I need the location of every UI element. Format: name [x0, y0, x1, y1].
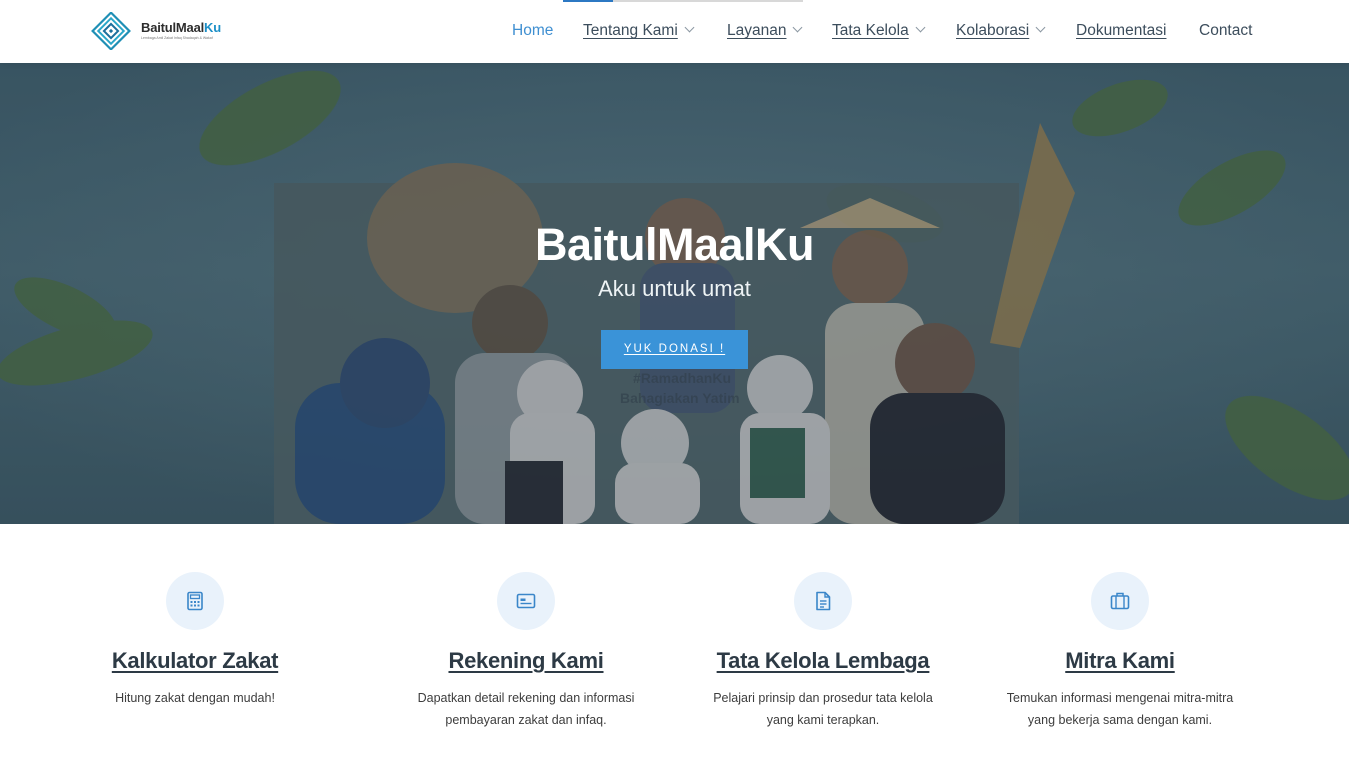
- site-header: BaitulMaalKu Lembaga Amil Zakat Infaq Sh…: [0, 0, 1349, 63]
- main-navigation: Home Tentang Kami Layanan Tata Kelola Ko…: [0, 21, 1349, 43]
- calculator-icon: [187, 591, 203, 611]
- page-load-progress-fill: [563, 0, 614, 2]
- nav-kolaborasi-label: Kolaborasi: [956, 22, 1030, 39]
- chevron-down-icon: [793, 22, 803, 33]
- nav-layanan-label: Layanan: [727, 22, 787, 39]
- feature-description: Hitung zakat dengan mudah!: [115, 691, 275, 705]
- nav-layanan[interactable]: Layanan: [727, 21, 803, 43]
- feature-icon-circle: [497, 572, 555, 630]
- donate-button[interactable]: YUK DONASI !: [601, 330, 748, 369]
- nav-tata-kelola-label: Tata Kelola: [832, 22, 909, 39]
- nav-dokumentasi-label: Dokumentasi: [1076, 22, 1167, 39]
- nav-home-label: Home: [512, 22, 554, 39]
- nav-dokumentasi[interactable]: Dokumentasi: [1076, 21, 1166, 43]
- feature-description: Temukan informasi mengenai mitra-mitra y…: [1006, 691, 1234, 727]
- chevron-down-icon: [1035, 22, 1046, 33]
- chevron-down-icon: [915, 22, 926, 33]
- feature-icon-circle: [166, 572, 224, 630]
- hero-banner: #RamadhanKu Bahagiakan Yatim BaitulMaalK…: [0, 63, 1349, 524]
- feature-title-link[interactable]: Tata Kelola Lembaga: [693, 648, 953, 674]
- feature-icon-circle: [1091, 572, 1149, 630]
- feature-description: Pelajari prinsip dan prosedur tata kelol…: [713, 691, 933, 727]
- feature-title-link[interactable]: Kalkulator Zakat: [65, 648, 325, 674]
- nav-contact-label: Contact: [1199, 22, 1253, 39]
- feature-description: Dapatkan detail rekening dan informasi p…: [417, 691, 635, 727]
- nav-tentang-kami-label: Tentang Kami: [583, 22, 678, 39]
- nav-tentang-kami[interactable]: Tentang Kami: [583, 21, 695, 43]
- nav-tata-kelola[interactable]: Tata Kelola: [832, 21, 926, 43]
- chevron-down-icon: [684, 22, 695, 33]
- nav-kolaborasi[interactable]: Kolaborasi: [956, 21, 1046, 43]
- feature-icon-circle: [794, 572, 852, 630]
- document-icon: [816, 591, 831, 611]
- feature-title-link[interactable]: Rekening Kami: [396, 648, 656, 674]
- card-icon: [516, 593, 536, 609]
- briefcase-icon: [1110, 592, 1130, 610]
- page-load-progress-bar: [563, 0, 803, 2]
- hero-title: BaitulMaalKu: [534, 219, 815, 270]
- feature-title-link[interactable]: Mitra Kami: [990, 648, 1250, 674]
- hero-subtitle: Aku untuk umat: [598, 276, 751, 301]
- nav-home[interactable]: Home: [512, 21, 553, 43]
- nav-contact[interactable]: Contact: [1199, 21, 1252, 43]
